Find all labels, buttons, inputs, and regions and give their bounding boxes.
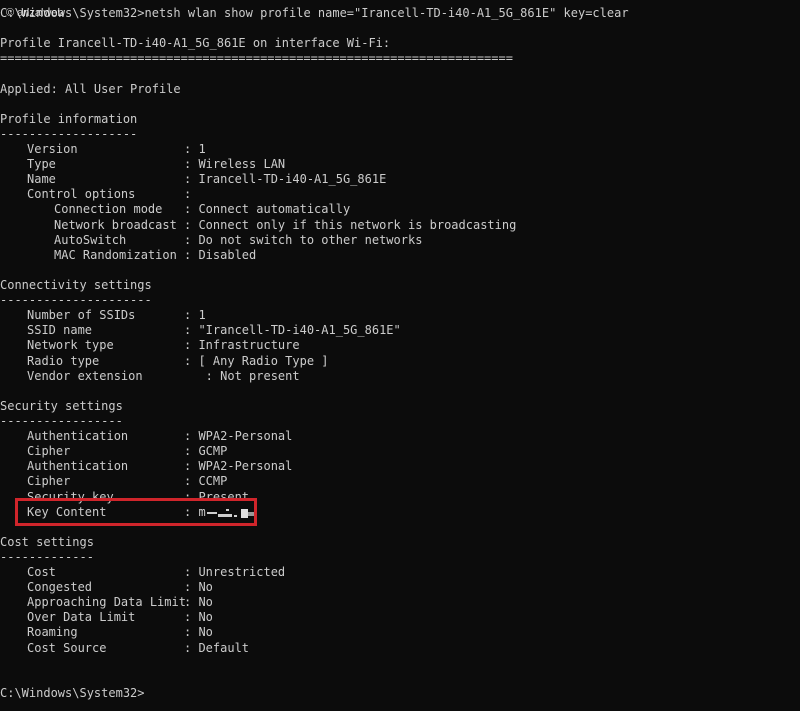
setting-row-connection-mode: Connection mode : Connect automatically [0, 202, 800, 217]
setting-row-cipher: Cipher : GCMP [0, 444, 800, 459]
setting-value: : No [184, 625, 213, 640]
setting-value: : [ Any Radio Type ] [184, 353, 329, 368]
setting-row-cipher: Cipher : CCMP [0, 474, 800, 489]
setting-value: : GCMP [184, 444, 228, 459]
setting-key: Cipher [27, 444, 71, 459]
key-content-highlight-box [15, 498, 257, 526]
terminal-output: C:\Windows\System32> netsh wlan show prof… [0, 6, 800, 701]
setting-key: Number of SSIDs [27, 308, 136, 323]
setting-value: : Wireless LAN [184, 157, 286, 172]
setting-value: : "Irancell-TD-i40-A1_5G_861E" [184, 323, 401, 338]
setting-key: Control options [27, 187, 136, 202]
setting-key: Cipher [27, 474, 71, 489]
setting-row-version: Version : 1 [0, 142, 800, 157]
setting-key: Type [27, 157, 56, 172]
setting-value: : No [184, 580, 213, 595]
setting-row-cost: Cost : Unrestricted [0, 565, 800, 580]
setting-row-congested: Congested : No [0, 580, 800, 595]
section-title-connectivity-settings: Connectivity settings [0, 277, 152, 292]
command-line[interactable]: C:\Windows\System32>netsh wlan show prof… [0, 6, 800, 21]
setting-row-over-data-limit: Over Data Limit : No [0, 610, 800, 625]
setting-key: Over Data Limit [27, 610, 136, 625]
setting-key: Cost [27, 565, 56, 580]
setting-key: Name [27, 172, 56, 187]
section-title-security-settings: Security settings [0, 398, 123, 413]
section-title-cost-settings: Cost settings [0, 534, 94, 549]
setting-key: Connection mode [54, 202, 163, 217]
setting-key: Roaming [27, 625, 78, 640]
setting-row-control-options: Control options: [0, 187, 800, 202]
setting-key: Network broadcast [54, 217, 177, 232]
setting-value: : Irancell-TD-i40-A1_5G_861E [184, 172, 387, 187]
setting-row-mac-randomization: MAC Randomization : Disabled [0, 248, 800, 263]
setting-row-authentication: Authentication : WPA2-Personal [0, 459, 800, 474]
setting-key: Approaching Data Limit [27, 595, 186, 610]
setting-key: Authentication [27, 459, 129, 474]
setting-row-network-type: Network type : Infrastructure [0, 338, 800, 353]
setting-row-cost-source: Cost Source : Default [0, 641, 800, 656]
setting-value: : Default [184, 640, 250, 655]
setting-value: : WPA2-Personal [184, 459, 293, 474]
setting-row-network-broadcast: Network broadcast : Connect only if this … [0, 218, 800, 233]
setting-row-number-of-ssids: Number of SSIDs : 1 [0, 308, 800, 323]
section-rule: ------------- [0, 549, 94, 564]
setting-value: : Do not switch to other networks [184, 232, 423, 247]
section-rule: ------------------- [0, 126, 138, 141]
setting-key: Radio type [27, 353, 100, 368]
section-title-profile-information: Profile information [0, 111, 138, 126]
setting-value: : Not present [184, 368, 300, 383]
setting-key: Network type [27, 338, 114, 353]
setting-value: : Infrastructure [184, 338, 300, 353]
setting-value: : 1 [184, 308, 206, 323]
setting-value: : Connect only if this network is broadc… [184, 217, 517, 232]
setting-value: : Disabled [184, 247, 257, 262]
header-rule: ========================================… [0, 51, 513, 66]
setting-row-radio-type: Radio type : [ Any Radio Type ] [0, 354, 800, 369]
setting-value: : CCMP [184, 474, 228, 489]
setting-key: Vendor extension [27, 368, 143, 383]
setting-value: : [184, 187, 192, 202]
setting-row-vendor-extension: Vendor extension : Not present [0, 369, 800, 384]
setting-row-type: Type : Wireless LAN [0, 157, 800, 172]
setting-row-roaming: Roaming : No [0, 625, 800, 640]
command-text: netsh wlan show profile name="Irancell-T… [144, 6, 629, 20]
applied-line: Applied: All User Profile [0, 81, 181, 96]
setting-value: : Unrestricted [184, 565, 286, 580]
setting-row-name: Name : Irancell-TD-i40-A1_5G_861E [0, 172, 800, 187]
setting-row-approaching-data-limit: Approaching Data Limit: No [0, 595, 800, 610]
setting-row-ssid-name: SSID name : "Irancell-TD-i40-A1_5G_861E" [0, 323, 800, 338]
setting-key: Cost Source [27, 640, 107, 655]
setting-value: : WPA2-Personal [184, 429, 293, 444]
footer-prompt-line[interactable]: C:\Windows\System32> [0, 686, 800, 701]
setting-key: Congested [27, 580, 93, 595]
setting-key: MAC Randomization [54, 247, 177, 262]
setting-row-authentication: Authentication : WPA2-Personal [0, 429, 800, 444]
setting-key: Version [27, 141, 78, 156]
setting-key: AutoSwitch [54, 232, 127, 247]
setting-row-autoswitch: AutoSwitch : Do not switch to other netwo… [0, 233, 800, 248]
footer-prompt: C:\Windows\System32> [0, 685, 145, 700]
section-rule: ----------------- [0, 413, 123, 428]
profile-line: Profile Irancell-TD-i40-A1_5G_861E on in… [0, 36, 391, 51]
setting-value: : No [184, 610, 213, 625]
watermark-text: © anzalweb [6, 7, 64, 19]
setting-key: Authentication [27, 429, 129, 444]
setting-value: : Connect automatically [184, 202, 351, 217]
setting-value: : 1 [184, 141, 206, 156]
section-rule: --------------------- [0, 293, 152, 308]
setting-value: : No [184, 595, 213, 610]
setting-key: SSID name [27, 323, 93, 338]
